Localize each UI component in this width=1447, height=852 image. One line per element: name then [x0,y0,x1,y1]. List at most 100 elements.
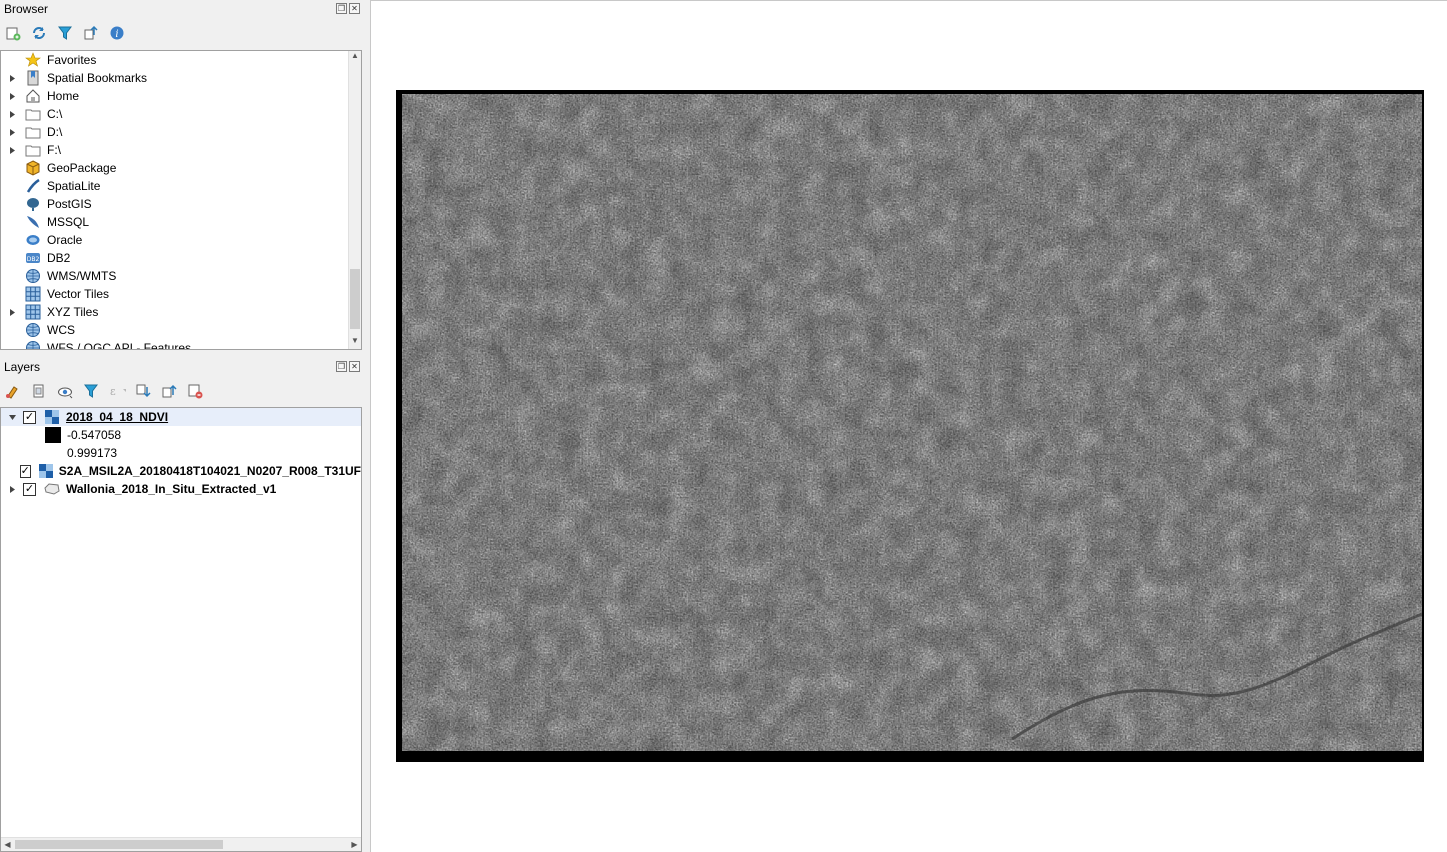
expand-arrow-icon[interactable] [7,480,17,498]
info-icon[interactable]: i [108,24,126,42]
layer-row-ndvi[interactable]: ✓ 2018_04_18_NDVI [1,408,361,426]
layer-ndvi-name: 2018_04_18_NDVI [66,410,169,424]
home-icon [25,88,41,104]
browser-item-geopackage[interactable]: GeoPackage [1,159,361,177]
browser-item-favorites[interactable]: Favorites [1,51,361,69]
layers-horizontal-scrollbar[interactable]: ◀ ▶ [1,837,361,851]
browser-item-label: GeoPackage [47,161,117,175]
layers-tree[interactable]: ✓ 2018_04_18_NDVI -0.547058 0.999173 ✓ S… [0,407,362,852]
layer-s2a-checkbox[interactable]: ✓ [19,464,31,478]
browser-dock-title: Browser ❐ ✕ [0,0,364,18]
grid-icon [25,286,41,302]
browser-item-c[interactable]: C:\ [1,105,361,123]
layers-float-button[interactable]: ❐ [336,361,347,372]
browser-item-wcs[interactable]: WCS [1,321,361,339]
browser-item-label: MSSQL [47,215,90,229]
remove-layer-icon[interactable] [186,382,204,400]
browser-item-label: C:\ [47,107,63,121]
browser-item-label: Favorites [47,53,97,67]
browser-tree[interactable]: Favorites Spatial Bookmarks Home C:\ D:\ F:\ G… [0,50,362,350]
browser-item-home[interactable]: Home [1,87,361,105]
browser-item-postgis[interactable]: PostGIS [1,195,361,213]
expand-arrow-icon[interactable] [7,141,17,159]
mssql-icon [25,214,41,230]
postgis-icon [25,196,41,212]
browser-item-label: WFS / OGC API - Features [47,341,192,350]
browser-title: Browser [4,2,49,16]
browser-item-f[interactable]: F:\ [1,141,361,159]
expand-all-icon[interactable] [134,382,152,400]
expand-arrow-icon[interactable] [7,105,17,123]
browser-item-wms-wmts[interactable]: WMS/WMTS [1,267,361,285]
expand-arrow-icon[interactable] [7,69,17,87]
browser-vertical-scrollbar[interactable]: ▲ ▼ [348,51,361,349]
star-icon [25,52,41,68]
refresh-icon[interactable] [30,24,48,42]
browser-item-wfs-ogc-api-features[interactable]: WFS / OGC API - Features [1,339,361,350]
browser-item-label: WMS/WMTS [47,269,117,283]
layer-filter-icon[interactable] [82,382,100,400]
layer-wallonia-checkbox[interactable]: ✓ [23,482,36,496]
layer-wallonia-name: Wallonia_2018_In_Situ_Extracted_v1 [66,482,277,496]
style-icon[interactable] [4,382,22,400]
db2-icon: DB2 [25,250,41,266]
browser-item-vector-tiles[interactable]: Vector Tiles [1,285,361,303]
globe-icon [25,268,41,284]
layer-row-wallonia[interactable]: ✓ Wallonia_2018_In_Situ_Extracted_v1 [1,480,361,498]
layers-title: Layers [4,360,41,374]
polygon-layer-icon [44,481,60,497]
browser-item-xyz-tiles[interactable]: XYZ Tiles [1,303,361,321]
legend-max-value: 0.999173 [67,446,118,460]
bookmark-icon [25,70,41,86]
browser-float-button[interactable]: ❐ [336,3,347,14]
globe-icon [25,340,41,349]
geopackage-icon [25,160,41,176]
svg-text:ε: ε [110,385,116,398]
browser-item-spatial-bookmarks[interactable]: Spatial Bookmarks [1,69,361,87]
browser-item-label: F:\ [47,143,61,157]
layers-dock-title: Layers ❐ ✕ [0,358,364,376]
browser-close-button[interactable]: ✕ [349,3,360,14]
left-panel: Browser ❐ ✕ i Favorites Spatial Bookmarks… [0,0,364,852]
svg-text:i: i [115,29,118,40]
browser-item-label: Spatial Bookmarks [47,71,148,85]
collapse-icon[interactable] [82,24,100,42]
browser-item-oracle[interactable]: Oracle [1,231,361,249]
layers-close-button[interactable]: ✕ [349,361,360,372]
collapse-arrow-icon[interactable] [7,408,17,426]
folder-icon [25,142,41,158]
browser-item-label: DB2 [47,251,71,265]
browser-item-label: Home [47,89,80,103]
raster-layer-icon [38,463,53,479]
raster-extent [396,90,1424,762]
browser-item-label: Vector Tiles [47,287,110,301]
spatialite-icon [25,178,41,194]
browser-item-db2[interactable]: DB2 DB2 [1,249,361,267]
browser-item-label: D:\ [47,125,63,139]
add-icon[interactable] [4,24,22,42]
layer-ndvi-checkbox[interactable]: ✓ [23,410,36,424]
filter-icon[interactable] [56,24,74,42]
browser-item-label: PostGIS [47,197,92,211]
oracle-icon [25,232,41,248]
legend-min-value: -0.547058 [67,428,122,442]
folder-icon [25,124,41,140]
expand-arrow-icon[interactable] [7,303,17,321]
map-canvas[interactable] [370,0,1447,852]
legend-max-swatch [45,445,61,461]
add-group-icon[interactable] [30,382,48,400]
browser-item-d[interactable]: D:\ [1,123,361,141]
browser-item-label: XYZ Tiles [47,305,99,319]
expand-arrow-icon[interactable] [7,123,17,141]
globe-icon [25,322,41,338]
expand-arrow-icon[interactable] [7,87,17,105]
legend-min-swatch [45,427,61,443]
eye-icon[interactable] [56,382,74,400]
browser-item-mssql[interactable]: MSSQL [1,213,361,231]
ndvi-raster-image [402,94,1422,751]
expression-icon[interactable]: ε [108,382,126,400]
layers-toolbar: ε [4,380,204,402]
collapse-all-icon[interactable] [160,382,178,400]
browser-item-spatialite[interactable]: SpatiaLite [1,177,361,195]
layer-row-s2a[interactable]: ✓ S2A_MSIL2A_20180418T104021_N0207_R008_… [1,462,361,480]
